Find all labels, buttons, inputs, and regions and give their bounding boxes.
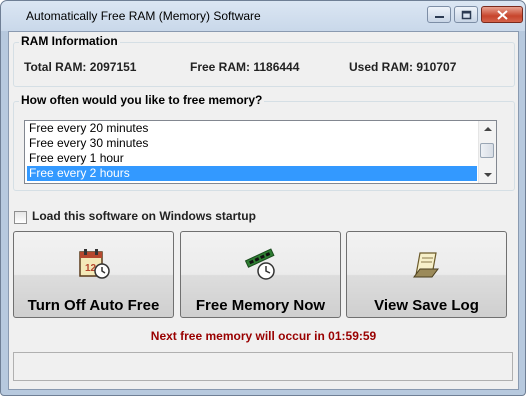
startup-checkbox[interactable] xyxy=(14,211,27,224)
frequency-listbox[interactable]: Free every 20 minutes Free every 30 minu… xyxy=(24,120,497,184)
list-item[interactable]: Free every 30 minutes xyxy=(27,136,477,151)
status-box xyxy=(13,352,513,381)
total-ram-value: Total RAM: 2097151 xyxy=(24,60,137,74)
free-memory-now-label: Free Memory Now xyxy=(195,297,326,314)
frequency-group: How often would you like to free memory?… xyxy=(13,93,515,191)
notepad-icon xyxy=(413,252,439,278)
next-free-countdown: Next free memory will occur in 01:59:59 xyxy=(150,329,377,343)
ram-info-legend: RAM Information xyxy=(19,34,120,48)
client-area: RAM Information Total RAM: 2097151 Free … xyxy=(8,31,519,390)
close-button[interactable] xyxy=(481,6,523,23)
frequency-legend: How often would you like to free memory? xyxy=(19,93,265,107)
free-ram-value: Free RAM: 1186444 xyxy=(190,60,300,74)
calendar-clock-icon: 12 xyxy=(79,249,110,279)
title-bar[interactable]: Automatically Free RAM (Memory) Software xyxy=(1,1,525,31)
used-ram-value: Used RAM: 910707 xyxy=(349,60,457,74)
list-item[interactable]: Free every 1 hour xyxy=(27,151,477,166)
turn-off-auto-free-label: Turn Off Auto Free xyxy=(27,297,160,314)
arrow-up-icon xyxy=(484,127,492,131)
maximize-icon xyxy=(461,10,472,20)
startup-checkbox-label[interactable]: Load this software on Windows startup xyxy=(32,209,256,223)
listbox-scrollbar[interactable] xyxy=(478,121,496,183)
list-item-selected[interactable]: Free every 2 hours xyxy=(27,166,477,181)
ram-info-group: RAM Information Total RAM: 2097151 Free … xyxy=(13,34,515,87)
app-window: Automatically Free RAM (Memory) Software… xyxy=(0,0,526,396)
list-item[interactable]: Free every 20 minutes xyxy=(27,121,477,136)
scroll-thumb[interactable] xyxy=(480,143,494,158)
view-save-log-label: View Save Log xyxy=(374,297,479,314)
minimize-icon xyxy=(435,16,444,18)
scroll-down-button[interactable] xyxy=(479,168,496,183)
memory-clock-icon xyxy=(244,248,275,280)
maximize-button[interactable] xyxy=(454,6,478,23)
minimize-button[interactable] xyxy=(427,6,451,23)
close-icon xyxy=(497,10,508,20)
free-memory-now-button[interactable]: Free Memory Now xyxy=(180,231,341,318)
window-title: Automatically Free RAM (Memory) Software xyxy=(26,9,261,23)
scroll-up-button[interactable] xyxy=(479,121,496,136)
turn-off-auto-free-button[interactable]: 12 Turn Off Auto Free xyxy=(13,231,174,318)
view-save-log-button[interactable]: View Save Log xyxy=(346,231,507,318)
arrow-down-icon xyxy=(484,173,492,177)
